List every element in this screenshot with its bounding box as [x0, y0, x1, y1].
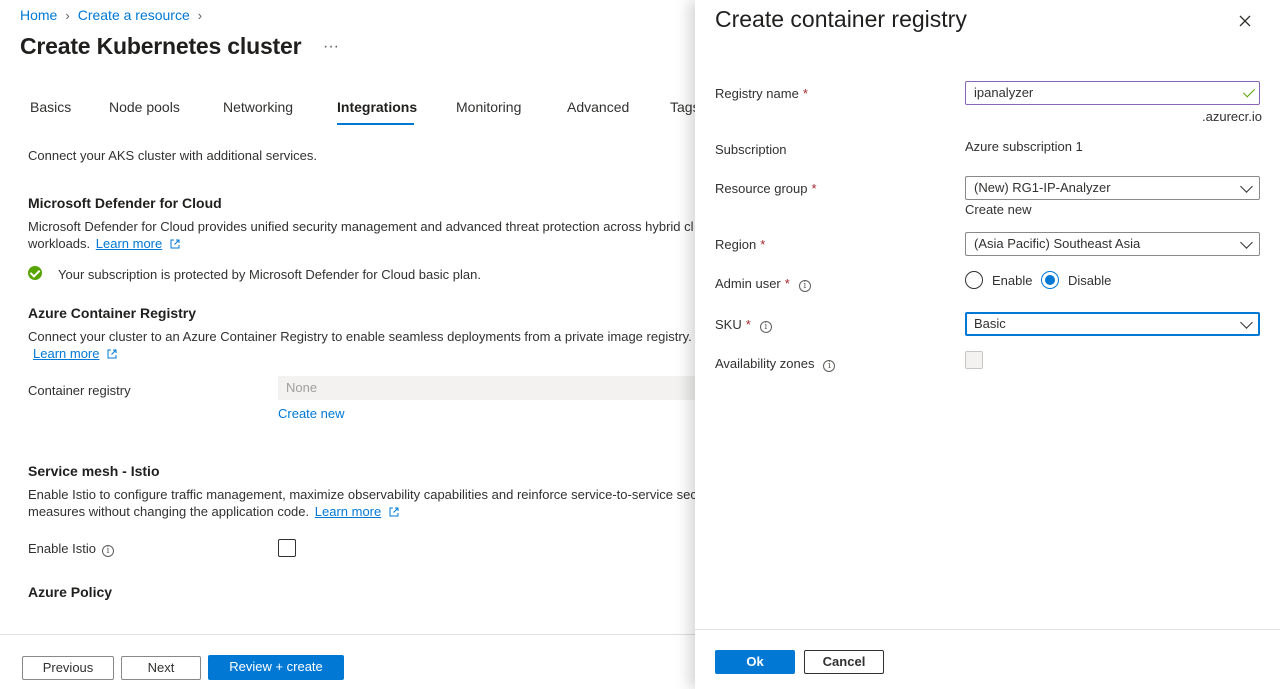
previous-button[interactable]: Previous	[22, 656, 114, 680]
tab-advanced[interactable]: Advanced	[567, 90, 670, 125]
intro-text: Connect your AKS cluster with additional…	[28, 148, 318, 163]
tab-node-pools[interactable]: Node pools	[109, 90, 223, 125]
external-link-icon	[170, 239, 180, 249]
istio-learn-more-link[interactable]: Learn more	[315, 504, 381, 519]
panel-title: Create container registry	[715, 6, 967, 32]
subscription-value: Azure subscription 1	[965, 139, 1083, 154]
info-icon[interactable]: i	[798, 280, 811, 292]
sku-label-text: SKU	[715, 317, 742, 332]
next-button[interactable]: Next	[121, 656, 201, 680]
info-icon[interactable]: i	[823, 360, 836, 372]
resource-group-select[interactable]: (New) RG1-IP-Analyzer	[965, 176, 1260, 200]
enable-istio-label: Enable Istio i	[28, 541, 114, 557]
required-marker: *	[745, 317, 751, 332]
defender-description: Microsoft Defender for Cloud provides un…	[28, 219, 694, 234]
tab-bar: Basics Node pools Networking Integration…	[30, 90, 695, 125]
review-create-button[interactable]: Review + create	[208, 655, 344, 680]
breadcrumb-create-resource[interactable]: Create a resource	[78, 7, 190, 23]
external-link-icon	[107, 349, 117, 359]
admin-user-enable-radio[interactable]	[965, 271, 983, 289]
tab-integrations[interactable]: Integrations	[337, 90, 417, 125]
container-registry-select: None	[278, 376, 695, 400]
sku-select[interactable]: Basic	[965, 312, 1260, 336]
defender-heading: Microsoft Defender for Cloud	[28, 195, 222, 211]
registry-name-label: Registry name *	[715, 86, 808, 101]
more-options-icon[interactable]: ···	[323, 38, 339, 56]
container-registry-label: Container registry	[28, 383, 131, 398]
admin-user-enable-label: Enable	[992, 273, 1033, 288]
acr-description: Connect your cluster to an Azure Contain…	[28, 329, 692, 344]
resource-group-value: (New) RG1-IP-Analyzer	[974, 180, 1111, 195]
close-icon[interactable]	[1237, 13, 1253, 29]
istio-description-line2: measures without changing the applicatio…	[28, 504, 399, 519]
registry-domain-suffix: .azurecr.io	[1202, 109, 1262, 124]
external-link-icon	[389, 507, 399, 517]
panel-footer-divider	[695, 629, 1280, 630]
azure-policy-heading: Azure Policy	[28, 584, 113, 600]
required-marker: *	[784, 276, 790, 291]
enable-istio-checkbox[interactable]	[278, 539, 296, 557]
tab-monitoring[interactable]: Monitoring	[456, 90, 567, 125]
acr-learn-more-link[interactable]: Learn more	[33, 346, 99, 361]
availability-zones-label-text: Availability zones	[715, 356, 815, 371]
required-marker: *	[811, 181, 817, 196]
admin-user-label: Admin user * i	[715, 276, 811, 292]
sku-label: SKU * i	[715, 317, 772, 333]
resource-group-create-new-link[interactable]: Create new	[965, 202, 1031, 217]
required-marker: *	[802, 86, 808, 101]
availability-zones-label: Availability zones i	[715, 356, 836, 372]
tab-tags[interactable]: Tags	[670, 90, 695, 125]
istio-description-end: measures without changing the applicatio…	[28, 504, 310, 519]
info-icon[interactable]: i	[759, 321, 772, 333]
region-label-text: Region	[715, 237, 757, 252]
acr-heading: Azure Container Registry	[28, 305, 197, 321]
defender-status-text: Your subscription is protected by Micros…	[58, 267, 481, 282]
admin-user-disable-radio[interactable]	[1041, 271, 1059, 289]
region-label: Region *	[715, 237, 765, 252]
resource-group-label: Resource group *	[715, 181, 817, 196]
chevron-right-icon: ›	[197, 7, 203, 23]
availability-zones-checkbox	[965, 351, 983, 369]
enable-istio-text: Enable Istio	[28, 541, 96, 556]
resource-group-label-text: Resource group	[715, 181, 808, 196]
admin-user-label-text: Admin user	[715, 276, 781, 291]
info-icon[interactable]: i	[101, 545, 114, 557]
defender-learn-more-link[interactable]: Learn more	[96, 236, 162, 251]
chevron-down-icon	[1240, 180, 1253, 193]
registry-name-input[interactable]: ipanalyzer	[965, 81, 1260, 105]
chevron-down-icon	[1240, 236, 1253, 249]
defender-description-line2: workloads. Learn more	[28, 236, 180, 251]
registry-name-label-text: Registry name	[715, 86, 799, 101]
create-kubernetes-page: Home › Create a resource › Create Kubern…	[0, 0, 695, 689]
acr-create-new-link[interactable]: Create new	[278, 406, 344, 421]
breadcrumb-home[interactable]: Home	[20, 7, 57, 23]
required-marker: *	[760, 237, 766, 252]
page-title: Create Kubernetes cluster	[20, 33, 302, 59]
defender-description-end: workloads.	[28, 236, 91, 251]
create-container-registry-panel: Create container registry Registry name *…	[695, 0, 1280, 689]
chevron-right-icon: ›	[65, 7, 70, 23]
tab-networking[interactable]: Networking	[223, 90, 337, 125]
footer-divider	[0, 634, 695, 635]
chevron-down-icon	[1240, 316, 1253, 329]
tab-basics[interactable]: Basics	[30, 90, 109, 125]
istio-description: Enable Istio to configure traffic manage…	[28, 487, 695, 502]
region-value: (Asia Pacific) Southeast Asia	[974, 236, 1141, 251]
istio-heading: Service mesh - Istio	[28, 463, 160, 479]
ok-button[interactable]: Ok	[715, 650, 795, 674]
subscription-label: Subscription	[715, 142, 787, 157]
acr-learn-more: Learn more	[33, 346, 117, 361]
valid-check-icon	[1242, 85, 1256, 98]
region-select[interactable]: (Asia Pacific) Southeast Asia	[965, 232, 1260, 256]
success-check-icon	[28, 266, 42, 280]
breadcrumb: Home › Create a resource ›	[20, 7, 210, 23]
sku-value: Basic	[974, 316, 1006, 331]
cancel-button[interactable]: Cancel	[804, 650, 884, 674]
admin-user-disable-label: Disable	[1068, 273, 1112, 288]
registry-name-value: ipanalyzer	[974, 85, 1034, 100]
